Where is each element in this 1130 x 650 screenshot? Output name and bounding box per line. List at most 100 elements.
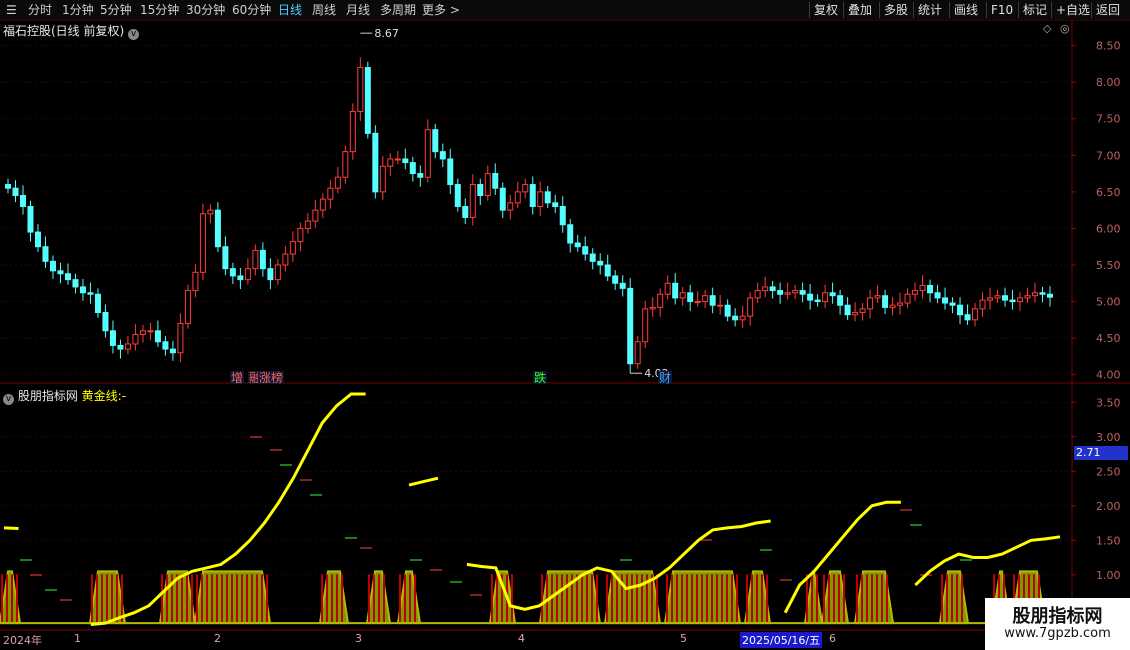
candle-body — [792, 290, 799, 294]
price-tick-label: 4.00 — [1096, 369, 1121, 382]
candle-body — [612, 275, 619, 284]
indicator-tick-label: 3.50 — [1096, 396, 1121, 409]
candle-body — [574, 242, 581, 248]
candle-body — [852, 312, 859, 316]
candle-body — [619, 282, 626, 289]
candle-body — [979, 299, 986, 310]
chevron-down-icon[interactable]: v — [3, 394, 14, 405]
candle-body — [994, 295, 1001, 299]
candle-body — [867, 297, 874, 310]
candle-body — [1047, 293, 1053, 298]
candle-body — [634, 341, 641, 365]
candle-body — [604, 264, 611, 277]
time-axis-label: 5 — [680, 632, 687, 645]
candle-body — [529, 184, 536, 207]
candle-body — [522, 184, 529, 193]
candle-body — [87, 292, 94, 295]
candle-body — [1002, 295, 1009, 301]
candle-body — [117, 344, 124, 350]
candle-body — [627, 287, 634, 365]
candle-body — [769, 286, 776, 292]
candle-body — [192, 271, 199, 292]
candle-body — [237, 275, 244, 281]
cursor-date-label: 2025/05/16/五 — [740, 632, 823, 648]
time-axis: 2024年 1 2 3 4 5 2025/05/16/五 6 — [0, 631, 1130, 650]
candle-body — [342, 151, 349, 178]
candle-body — [5, 184, 11, 189]
candle-body — [717, 304, 724, 307]
price-tick-label: 5.00 — [1096, 296, 1121, 309]
candle-body — [582, 246, 589, 255]
candle-body — [739, 315, 746, 321]
candle-body — [319, 198, 326, 211]
candle-body — [372, 132, 379, 193]
candle-body — [987, 297, 994, 301]
candle-body — [664, 282, 671, 295]
candle-body — [724, 304, 731, 317]
time-axis-label: 3 — [355, 632, 362, 645]
candle-body — [657, 293, 664, 308]
event-marker: 财 — [659, 371, 671, 385]
candle-body — [289, 241, 296, 255]
kline-chart[interactable]: 8.50 8.00 7.50 7.00 6.50 6.00 5.50 5.00 4.50 4.00… — [0, 0, 1130, 650]
stock-title-text: 福石控股(日线 前复权) — [3, 24, 125, 38]
candle-body — [942, 297, 949, 304]
candle-body — [402, 158, 409, 164]
indicator-tick-label: 2.00 — [1096, 500, 1121, 513]
candle-body — [439, 151, 446, 160]
chevron-down-icon[interactable]: v — [128, 29, 140, 40]
candle-body — [747, 297, 754, 317]
candle-body — [514, 191, 521, 204]
candle-body — [567, 224, 574, 244]
indicator-tick-label: 2.50 — [1096, 465, 1121, 478]
candle-body — [274, 264, 281, 281]
candle-body — [469, 184, 476, 218]
candle-body — [312, 209, 319, 222]
watermark-url: www.7gpzb.com — [1004, 626, 1111, 641]
candle-body — [327, 187, 334, 200]
price-tick-label: 5.50 — [1096, 259, 1121, 272]
candle-body — [784, 292, 791, 295]
candle-body — [169, 348, 176, 354]
candle-body — [34, 231, 41, 248]
candle-body — [1009, 299, 1016, 303]
candle-body — [822, 292, 829, 303]
candle-body — [912, 290, 919, 295]
price-tick-label: 4.50 — [1096, 332, 1121, 345]
candle-body — [1017, 297, 1024, 303]
candle-body — [139, 330, 146, 335]
candle-body — [334, 176, 341, 189]
watermark-title: 股朋指标网 — [1012, 606, 1103, 627]
time-axis-label: 2 — [214, 632, 221, 645]
event-marker: 增 — [231, 371, 243, 385]
candle-body — [589, 253, 596, 262]
candle-body — [267, 268, 274, 281]
candle-body — [559, 205, 566, 226]
candle-body — [544, 191, 551, 204]
candle-body — [177, 322, 184, 354]
candle-body — [147, 330, 154, 333]
price-tick-label: 7.00 — [1096, 149, 1121, 162]
indicator-tick-label: 1.00 — [1096, 569, 1121, 582]
candle-body — [27, 205, 34, 233]
event-marker: 跌 — [534, 370, 546, 385]
signal-block — [318, 570, 350, 625]
candle-body — [552, 202, 559, 207]
price-tick-label: 7.50 — [1096, 113, 1121, 126]
settings-icon[interactable]: ◎ — [1060, 22, 1070, 35]
golden-line — [408, 476, 439, 487]
candle-body — [387, 158, 394, 167]
candle-body — [432, 129, 439, 153]
candle-body — [19, 195, 26, 207]
candle-body — [1032, 292, 1039, 297]
candle-body — [492, 173, 499, 189]
candle-body — [424, 129, 431, 178]
indicator-tick-label: 3.00 — [1096, 431, 1121, 444]
indicator-series-label: 黄金线: — [81, 389, 122, 403]
candle-body — [687, 292, 694, 303]
candle-body — [762, 286, 769, 292]
indicator-title: v 股朋指标网 黄金线:- — [3, 387, 126, 405]
candle-body — [132, 333, 139, 345]
candle-body — [282, 253, 289, 266]
diamond-icon[interactable]: ◇ — [1043, 22, 1051, 35]
